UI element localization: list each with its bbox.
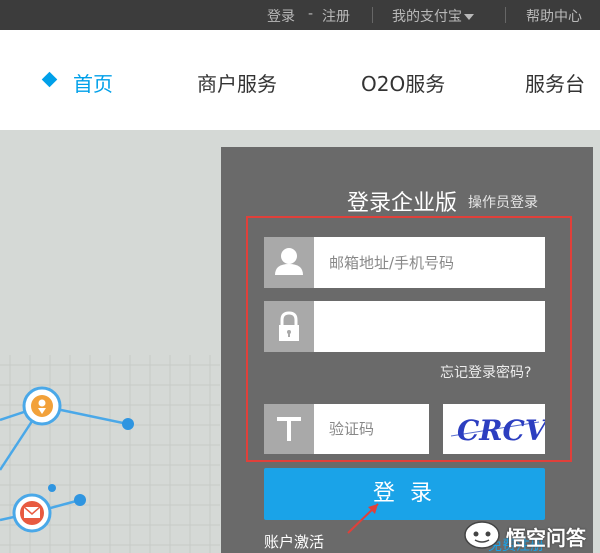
topbar-divider bbox=[505, 7, 506, 23]
annotation-arrow-icon bbox=[347, 503, 379, 534]
login-link[interactable]: 登录 bbox=[267, 6, 295, 26]
captcha-input[interactable] bbox=[314, 404, 429, 454]
login-button[interactable]: 登 录 bbox=[264, 468, 545, 520]
nav-item-merchant-services[interactable]: 商户服务 bbox=[197, 68, 277, 97]
chevron-down-icon bbox=[464, 14, 474, 20]
nav-item-service-desk[interactable]: 服务台 bbox=[525, 68, 585, 97]
password-input[interactable] bbox=[314, 301, 545, 352]
wukong-watermark: 悟空问答 bbox=[462, 520, 586, 550]
my-alipay-label: 我的支付宝 bbox=[392, 9, 462, 25]
help-center-link[interactable]: 帮助中心 bbox=[526, 6, 582, 26]
forgot-password-link[interactable]: 忘记登录密码? bbox=[440, 362, 531, 382]
activate-account-link[interactable]: 账户激活 bbox=[264, 531, 324, 552]
topbar-dash: - bbox=[308, 6, 314, 22]
watermark-text: 悟空问答 bbox=[506, 526, 586, 550]
topbar-divider bbox=[372, 7, 373, 23]
account-field bbox=[264, 237, 545, 288]
wukong-logo bbox=[464, 521, 500, 549]
register-link[interactable]: 注册 bbox=[322, 6, 350, 26]
password-field bbox=[264, 301, 545, 352]
text-t-icon bbox=[264, 404, 314, 454]
captcha-graphic: CRCV bbox=[450, 414, 550, 447]
nav-item-o2o-services[interactable]: O2O服务 bbox=[361, 68, 445, 97]
top-bar: 登录 - 注册 我的支付宝 帮助中心 bbox=[0, 0, 600, 30]
my-alipay-menu[interactable]: 我的支付宝 bbox=[392, 6, 474, 26]
captcha-image[interactable]: CRCV bbox=[443, 404, 550, 454]
hero-edge bbox=[593, 147, 600, 553]
main-nav: 首页 商户服务 O2O服务 服务台 bbox=[0, 30, 600, 130]
account-input[interactable] bbox=[314, 237, 545, 288]
login-title: 登录企业版 bbox=[347, 191, 458, 216]
user-icon bbox=[264, 237, 314, 288]
captcha-field bbox=[264, 404, 429, 454]
network-illustration bbox=[0, 355, 220, 553]
nav-item-home[interactable]: 首页 bbox=[73, 68, 113, 97]
captcha-text: CRCV bbox=[457, 414, 545, 447]
operator-login-link[interactable]: 操作员登录 bbox=[468, 192, 538, 212]
lock-icon bbox=[264, 301, 314, 352]
